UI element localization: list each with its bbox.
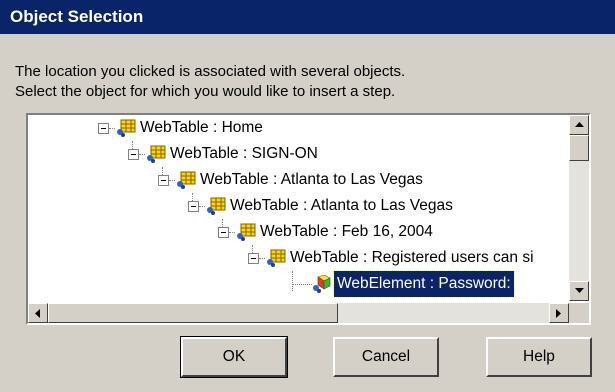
tree-node-selected[interactable]: WebElement : Password: bbox=[28, 270, 569, 298]
tree-node[interactable]: WebTable : Registered users can si bbox=[28, 245, 569, 271]
instruction-line-1: The location you clicked is associated w… bbox=[15, 63, 406, 80]
tree-node[interactable]: WebTable : Atlanta to Las Vegas bbox=[28, 193, 569, 219]
tree-connector bbox=[169, 180, 175, 181]
webtable-icon bbox=[147, 145, 166, 163]
vertical-scrollbar[interactable] bbox=[569, 115, 589, 301]
help-button[interactable]: Help bbox=[486, 337, 592, 377]
collapse-icon[interactable] bbox=[218, 227, 229, 238]
tree-node-label: WebTable : Atlanta to Las Vegas bbox=[200, 171, 423, 188]
collapse-icon[interactable] bbox=[248, 253, 259, 264]
tree-node[interactable]: WebTable : Feb 16, 2004 bbox=[28, 219, 569, 245]
tree-connector bbox=[259, 258, 265, 259]
webtable-icon bbox=[267, 249, 286, 267]
collapse-icon[interactable] bbox=[188, 201, 199, 212]
tree-node-label: WebTable : Feb 16, 2004 bbox=[260, 223, 433, 240]
tree-node-label: WebTable : Registered users can si bbox=[290, 249, 534, 266]
tree-connector bbox=[139, 154, 145, 155]
webtable-icon bbox=[207, 197, 226, 215]
webelement-icon bbox=[313, 275, 331, 293]
tree-node[interactable]: WebTable : SIGN-ON bbox=[28, 141, 569, 167]
tree-node-label: WebTable : SIGN-ON bbox=[170, 145, 318, 162]
object-tree[interactable]: WebTable : Home WebTable : SIGN-ON WebTa… bbox=[26, 113, 591, 325]
cancel-button[interactable]: Cancel bbox=[333, 337, 439, 377]
tree-connector bbox=[292, 284, 312, 285]
tree-connector bbox=[229, 232, 235, 233]
arrow-down-icon bbox=[574, 288, 584, 293]
instructions: The location you clicked is associated w… bbox=[15, 62, 595, 102]
tree-viewport: WebTable : Home WebTable : SIGN-ON WebTa… bbox=[28, 115, 569, 301]
tree-node-label: WebTable : Home bbox=[140, 119, 263, 136]
scroll-left-button[interactable] bbox=[28, 303, 48, 323]
webtable-icon bbox=[117, 119, 136, 137]
collapse-icon[interactable] bbox=[158, 175, 169, 186]
arrow-left-icon bbox=[35, 308, 40, 318]
ok-button[interactable]: OK bbox=[180, 336, 288, 378]
collapse-icon[interactable] bbox=[98, 123, 109, 134]
tree-connector bbox=[109, 128, 115, 129]
tree-node[interactable]: WebTable : Atlanta to Las Vegas bbox=[28, 167, 569, 193]
instruction-line-2: Select the object for which you would li… bbox=[15, 83, 396, 100]
arrow-up-icon bbox=[574, 122, 584, 127]
webtable-icon bbox=[177, 171, 196, 189]
arrow-right-icon bbox=[556, 308, 561, 318]
scroll-right-button[interactable] bbox=[549, 303, 569, 323]
scroll-up-button[interactable] bbox=[569, 115, 589, 135]
tree-connector bbox=[199, 206, 205, 207]
scroll-corner bbox=[569, 303, 589, 323]
horizontal-scrollbar[interactable] bbox=[28, 303, 569, 323]
dialog-title: Object Selection bbox=[0, 0, 615, 34]
tree-node-label: WebTable : Atlanta to Las Vegas bbox=[230, 197, 453, 214]
scroll-down-button[interactable] bbox=[569, 281, 589, 301]
collapse-icon[interactable] bbox=[128, 149, 139, 160]
webtable-icon bbox=[237, 223, 256, 241]
scroll-thumb-vertical[interactable] bbox=[569, 135, 589, 161]
tree-node[interactable]: WebTable : Home bbox=[28, 115, 569, 141]
tree-node-label: WebElement : Password: bbox=[333, 270, 515, 298]
scroll-thumb-horizontal[interactable] bbox=[48, 303, 338, 323]
